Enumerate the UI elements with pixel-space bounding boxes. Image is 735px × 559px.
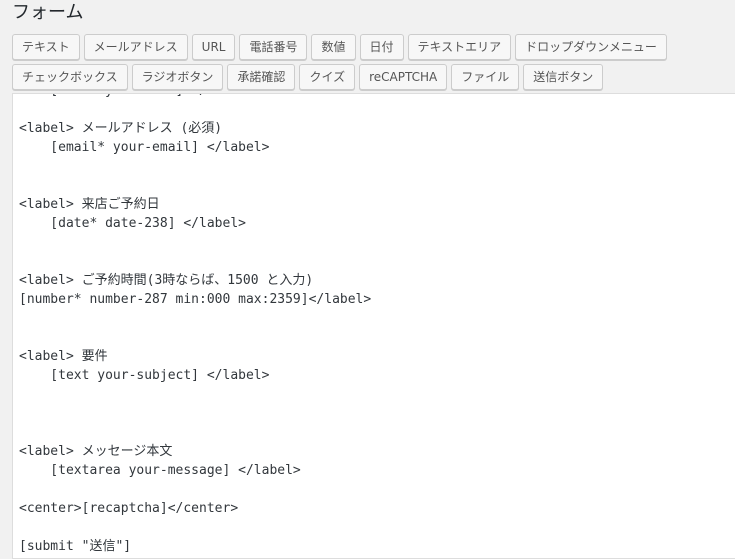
tag-button-file[interactable]: ファイル — [451, 64, 520, 90]
tag-generator-toolbar: テキスト メールアドレス URL 電話番号 数値 日付 テキストエリア ドロップダウンメニュー… — [12, 34, 735, 94]
tag-button-recaptcha[interactable]: reCAPTCHA — [359, 64, 448, 90]
tag-button-number[interactable]: 数値 — [311, 34, 356, 60]
tag-button-url[interactable]: URL — [191, 34, 236, 60]
tag-button-date[interactable]: 日付 — [359, 34, 404, 60]
tag-button-quiz[interactable]: クイズ — [299, 64, 356, 90]
tag-button-dropdown[interactable]: ドロップダウンメニュー — [515, 34, 667, 60]
tag-button-tel[interactable]: 電話番号 — [239, 34, 308, 60]
tag-toolbar-row-2: チェックボックス ラジオボタン 承諾確認 クイズ reCAPTCHA ファイル 送信ボタン — [12, 64, 735, 90]
tag-button-radio[interactable]: ラジオボタン — [131, 64, 224, 90]
tag-button-submit[interactable]: 送信ボタン — [523, 64, 604, 90]
tag-button-text[interactable]: テキスト — [12, 34, 80, 60]
page-title: フォーム — [12, 2, 84, 23]
form-editor-container: [text* your-name] </label> <label> メールアド… — [12, 93, 735, 559]
tag-button-email[interactable]: メールアドレス — [83, 34, 188, 60]
tag-button-acceptance[interactable]: 承諾確認 — [227, 64, 296, 90]
tag-button-checkbox[interactable]: チェックボックス — [12, 64, 128, 90]
tag-button-textarea[interactable]: テキストエリア — [407, 34, 512, 60]
form-template-editor[interactable]: [text* your-name] </label> <label> メールアド… — [19, 94, 371, 556]
tag-toolbar-row-1: テキスト メールアドレス URL 電話番号 数値 日付 テキストエリア ドロップダウンメニュー — [12, 34, 735, 60]
